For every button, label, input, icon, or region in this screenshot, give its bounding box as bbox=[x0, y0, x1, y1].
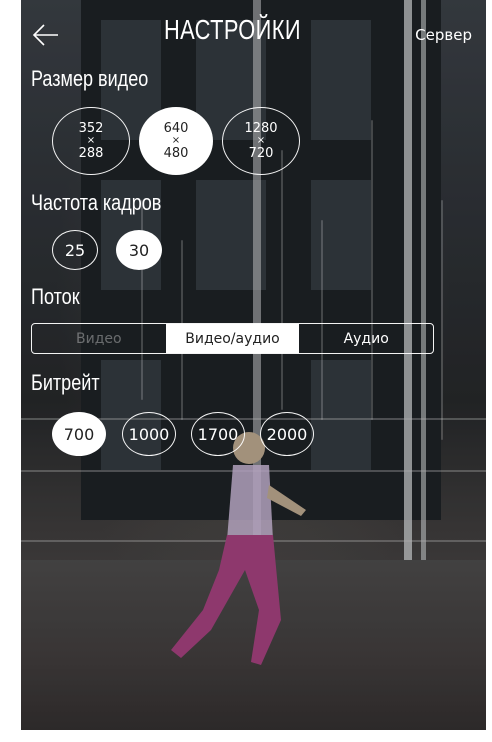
frame-rate-option-25[interactable]: 25 bbox=[52, 230, 98, 270]
option-width: 352 bbox=[78, 121, 104, 136]
option-width: 640 bbox=[163, 121, 189, 136]
page-title: НАСТРОЙКИ bbox=[164, 14, 301, 45]
video-size-option-640x480[interactable]: 640 × 480 bbox=[139, 107, 213, 175]
bitrate-option-700[interactable]: 700 bbox=[52, 412, 106, 456]
option-height: 480 bbox=[163, 146, 189, 161]
video-size-option-1280x720[interactable]: 1280 × 720 bbox=[222, 107, 300, 175]
stream-option-video[interactable]: Видео bbox=[32, 324, 166, 353]
stream-segmented-control: Видео Видео/аудио Аудио bbox=[31, 323, 434, 354]
server-button[interactable]: Сервер bbox=[415, 26, 472, 44]
bitrate-option-1700[interactable]: 1700 bbox=[191, 412, 245, 456]
option-height: 720 bbox=[248, 146, 274, 161]
stream-label: Поток bbox=[31, 284, 80, 309]
bitrate-label: Битрейт bbox=[31, 370, 100, 395]
option-width: 1280 bbox=[244, 121, 278, 136]
option-height: 288 bbox=[78, 146, 104, 161]
video-size-option-352x288[interactable]: 352 × 288 bbox=[52, 107, 130, 175]
stream-option-audio[interactable]: Аудио bbox=[299, 324, 433, 353]
frame-rate-option-30[interactable]: 30 bbox=[116, 230, 162, 270]
times-sign: × bbox=[171, 135, 181, 146]
bitrate-option-2000[interactable]: 2000 bbox=[260, 412, 314, 456]
bitrate-option-1000[interactable]: 1000 bbox=[122, 412, 176, 456]
times-sign: × bbox=[256, 135, 266, 146]
frame-rate-label: Частота кадров bbox=[31, 190, 162, 215]
times-sign: × bbox=[86, 135, 96, 146]
video-size-label: Размер видео bbox=[31, 66, 149, 91]
stream-option-video-audio[interactable]: Видео/аудио bbox=[165, 324, 300, 353]
